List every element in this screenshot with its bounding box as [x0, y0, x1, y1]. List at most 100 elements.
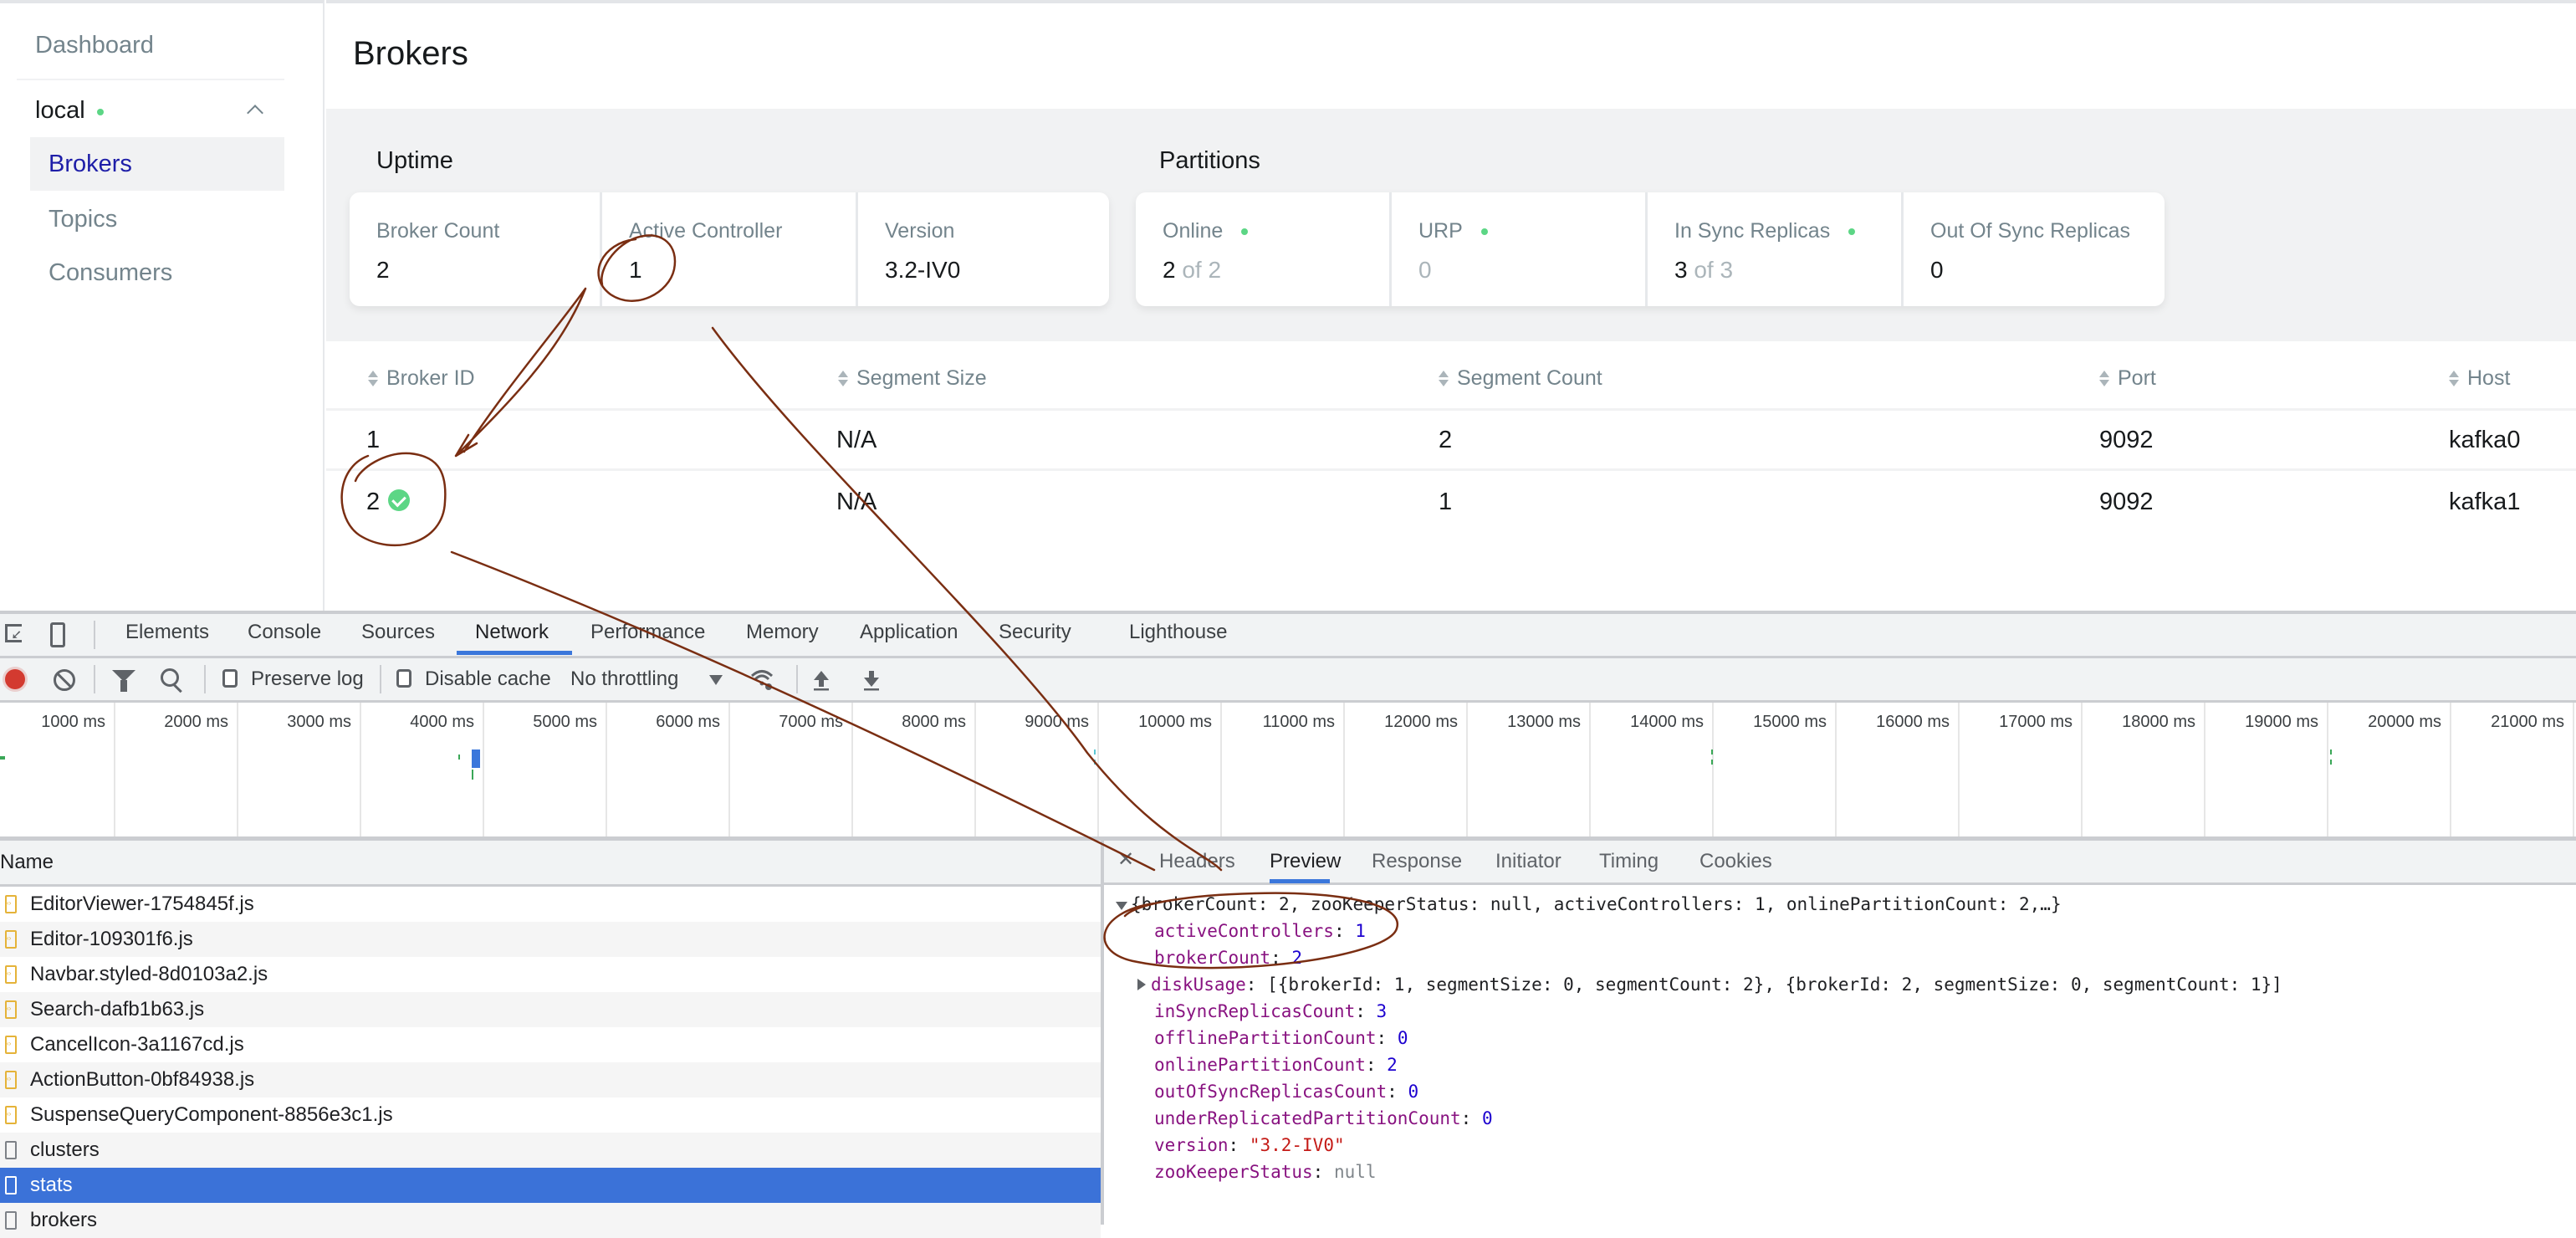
- cell-segment-size: N/A: [836, 489, 877, 515]
- sidebar-item-consumers[interactable]: Consumers: [30, 246, 284, 299]
- sort-icon[interactable]: [1439, 371, 1449, 386]
- disable-cache-checkbox[interactable]: [396, 669, 411, 688]
- preserve-log-checkbox[interactable]: [222, 669, 238, 688]
- column-header-segment-size[interactable]: Segment Size: [838, 366, 987, 391]
- request-row[interactable]: stats: [0, 1168, 1101, 1203]
- request-row[interactable]: Editor-109301f6.js: [0, 922, 1101, 957]
- expand-triangle-icon[interactable]: [1137, 979, 1146, 990]
- tab-elements[interactable]: Elements: [125, 621, 209, 644]
- disable-cache-label[interactable]: Disable cache: [425, 668, 551, 691]
- nav-dashboard[interactable]: Dashboard: [35, 32, 154, 59]
- status-dot: [1480, 228, 1488, 235]
- metric-value-total: of 3: [1694, 257, 1734, 283]
- separator: [94, 665, 95, 693]
- request-row[interactable]: SuspenseQueryComponent-8856e3c1.js: [0, 1097, 1101, 1133]
- active-tab-indicator: [1270, 879, 1330, 883]
- timeline-gridline: [2573, 703, 2574, 836]
- clear-icon[interactable]: [54, 669, 75, 691]
- tab-performance[interactable]: Performance: [590, 621, 705, 644]
- json-colon: :: [1245, 975, 1268, 995]
- tab-timing[interactable]: Timing: [1599, 850, 1659, 873]
- request-row[interactable]: ActionButton-0bf84938.js: [0, 1062, 1101, 1097]
- cluster-toggle[interactable]: local: [35, 94, 278, 127]
- sidebar-item-topics[interactable]: Topics: [30, 192, 284, 246]
- request-name: brokers: [30, 1209, 98, 1231]
- request-name: ActionButton-0bf84938.js: [30, 1068, 255, 1091]
- search-icon[interactable]: [161, 668, 179, 687]
- metric-value-main: 3: [1674, 257, 1688, 283]
- inspect-element-icon[interactable]: [5, 624, 22, 642]
- timeline-tick-label: 14000 ms: [1630, 713, 1704, 731]
- separator: [204, 665, 206, 693]
- request-row[interactable]: EditorViewer-1754845f.js: [0, 887, 1101, 922]
- tab-initiator[interactable]: Initiator: [1495, 850, 1561, 873]
- json-value: 0: [1397, 1028, 1408, 1048]
- timeline-tick-label: 11000 ms: [1262, 713, 1335, 731]
- tab-application[interactable]: Application: [860, 621, 958, 644]
- export-har-icon[interactable]: [861, 668, 882, 692]
- tab-network[interactable]: Network: [475, 621, 549, 644]
- metric-label: Version: [885, 219, 955, 243]
- tab-console[interactable]: Console: [248, 621, 321, 644]
- tab-memory[interactable]: Memory: [746, 621, 819, 644]
- json-field: offlinePartitionCount: 0: [1154, 1028, 1408, 1048]
- request-row[interactable]: clusters: [0, 1133, 1101, 1168]
- column-name-label: Name: [0, 851, 54, 873]
- document-file-icon: [5, 1211, 17, 1230]
- import-har-icon[interactable]: [811, 668, 831, 692]
- request-row[interactable]: Navbar.styled-8d0103a2.js: [0, 957, 1101, 992]
- column-header-segment-count[interactable]: Segment Count: [1439, 366, 1602, 391]
- metric-label-text: In Sync Replicas: [1674, 219, 1831, 243]
- request-row[interactable]: Search-dafb1b63.js: [0, 992, 1101, 1027]
- sidebar-item-brokers[interactable]: Brokers: [30, 137, 284, 191]
- uptime-title: Uptime: [376, 147, 453, 174]
- sort-icon[interactable]: [2099, 371, 2109, 386]
- sort-icon[interactable]: [2449, 371, 2459, 386]
- network-timeline-overview[interactable]: 1000 ms 2000 ms 3000 ms 4000 ms 5000 ms 6000 …: [0, 703, 2576, 841]
- tab-preview[interactable]: Preview: [1270, 850, 1341, 873]
- timeline-gridline: [1712, 703, 1714, 836]
- details-tabbar: ✕ Headers Preview Response Initiator Tim…: [1104, 841, 2576, 885]
- document-file-icon: [5, 1141, 17, 1159]
- tab-sources[interactable]: Sources: [361, 621, 435, 644]
- json-colon: :: [1387, 1082, 1408, 1102]
- column-header-port[interactable]: Port: [2099, 366, 2156, 391]
- chevron-up-icon[interactable]: [247, 105, 263, 121]
- column-header-broker-id[interactable]: Broker ID: [368, 366, 475, 391]
- request-row[interactable]: brokers: [0, 1203, 1101, 1238]
- sort-icon[interactable]: [838, 371, 848, 386]
- timeline-tick-label: 16000 ms: [1876, 713, 1950, 731]
- json-field[interactable]: diskUsage: [{brokerId: 1, segmentSize: 0…: [1137, 975, 2282, 995]
- collapse-triangle-icon[interactable]: [1116, 902, 1127, 910]
- tab-security[interactable]: Security: [999, 621, 1071, 644]
- metric-value-main: 2: [1163, 257, 1176, 283]
- json-root-summary[interactable]: {brokerCount: 2, zooKeeperStatus: null, …: [1116, 894, 2062, 914]
- broker-id-text: 2: [366, 489, 381, 515]
- metric-value-total: of 2: [1182, 257, 1222, 283]
- close-icon[interactable]: ✕: [1117, 847, 1134, 872]
- preserve-log-label[interactable]: Preserve log: [251, 668, 364, 691]
- tab-lighthouse[interactable]: Lighthouse: [1129, 621, 1227, 644]
- tab-headers[interactable]: Headers: [1159, 850, 1235, 873]
- dropdown-arrow-icon[interactable]: [709, 675, 723, 685]
- timeline-gridline: [2204, 703, 2205, 836]
- script-file-icon: [5, 1000, 17, 1019]
- json-key: onlinePartitionCount: [1154, 1055, 1366, 1075]
- request-name: EditorViewer-1754845f.js: [30, 893, 254, 915]
- json-field: inSyncReplicasCount: 3: [1154, 1001, 1387, 1021]
- record-icon[interactable]: [5, 669, 25, 689]
- tab-response[interactable]: Response: [1372, 850, 1462, 873]
- throttling-select[interactable]: No throttling: [570, 668, 678, 691]
- json-colon: :: [1333, 921, 1356, 941]
- request-row[interactable]: CancelIcon-3a1167cd.js: [0, 1027, 1101, 1062]
- script-file-icon: [5, 965, 17, 984]
- sort-icon[interactable]: [368, 371, 378, 386]
- metric-label: Active Controller: [629, 219, 783, 243]
- network-conditions-icon[interactable]: [749, 667, 774, 692]
- filter-icon[interactable]: [112, 670, 135, 692]
- column-header-host[interactable]: Host: [2449, 366, 2510, 391]
- tab-cookies[interactable]: Cookies: [1699, 850, 1772, 873]
- device-toolbar-icon[interactable]: [50, 622, 65, 647]
- timeline-gridline: [974, 703, 976, 836]
- request-list-header[interactable]: Name: [0, 841, 1101, 887]
